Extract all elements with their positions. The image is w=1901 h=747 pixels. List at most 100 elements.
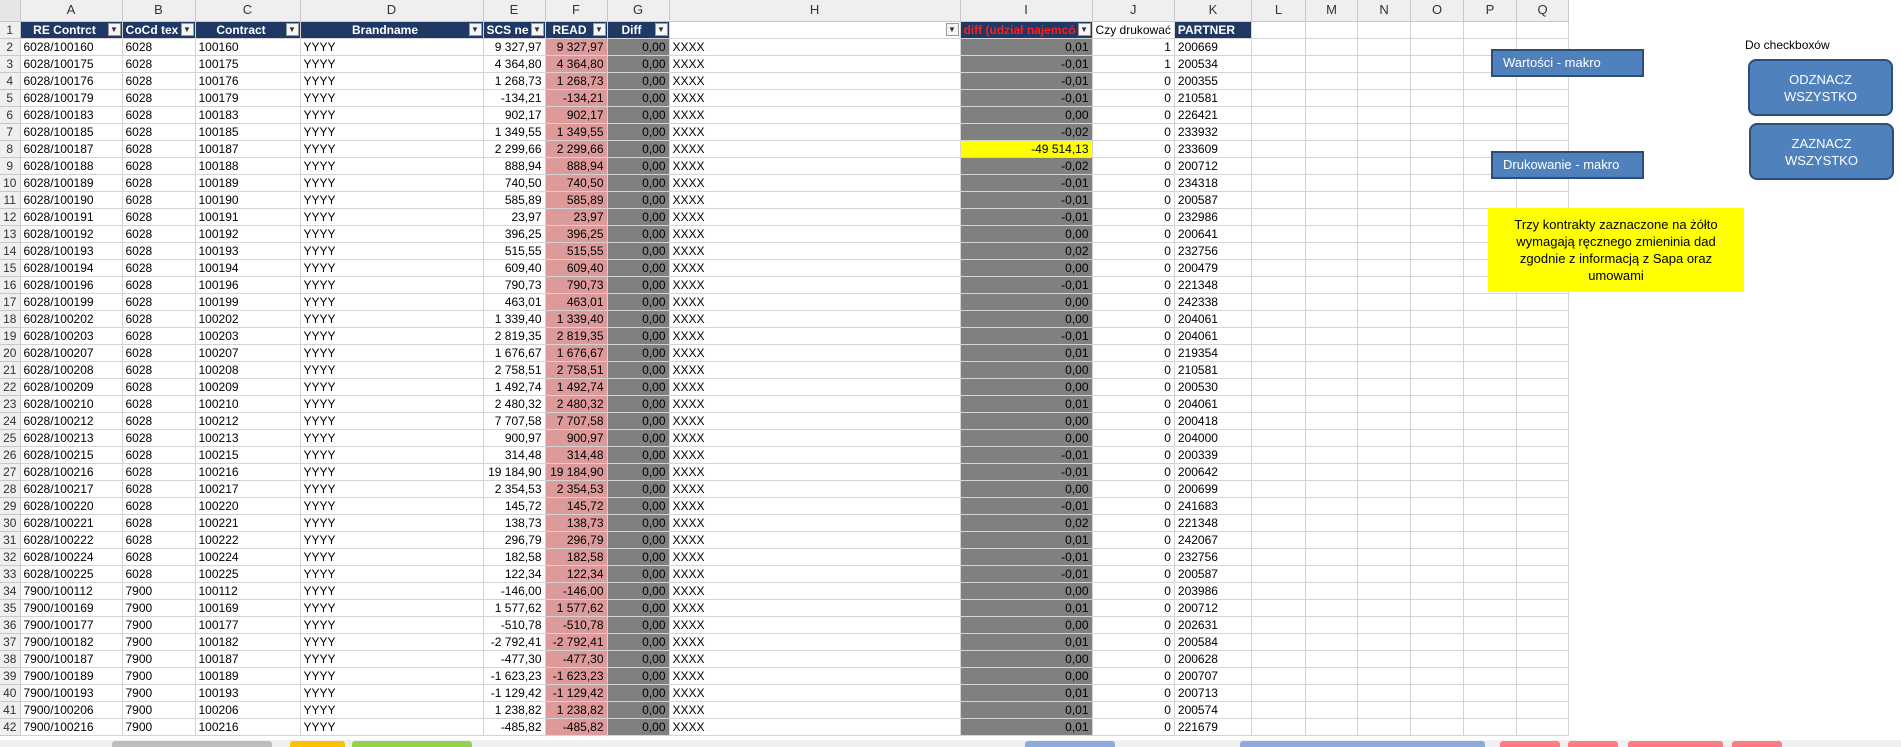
description-cell[interactable]: XXXX	[669, 531, 961, 549]
read-cell[interactable]: 122,34	[545, 565, 608, 583]
row-number[interactable]: 3	[0, 55, 21, 73]
sheet-tab[interactable]	[1628, 741, 1723, 747]
description-cell[interactable]: XXXX	[669, 310, 961, 328]
diff-cell[interactable]: 0,00	[607, 412, 670, 430]
cell[interactable]	[1516, 599, 1570, 617]
re-contract-cell[interactable]: 6028/100202	[20, 310, 123, 328]
cell[interactable]	[1463, 191, 1518, 209]
cell[interactable]	[1410, 157, 1465, 175]
contract-cell[interactable]: 100212	[195, 412, 301, 430]
scs-net-cell[interactable]: -2 792,41	[483, 633, 546, 651]
column-header[interactable]: H	[669, 0, 961, 22]
row-number[interactable]: 40	[0, 684, 21, 702]
cocd-cell[interactable]: 7900	[122, 633, 196, 651]
read-cell[interactable]: 1 349,55	[545, 123, 608, 141]
brandname-cell[interactable]: YYYY	[300, 480, 484, 498]
partner-cell[interactable]: 200669	[1174, 38, 1253, 56]
cocd-cell[interactable]: 6028	[122, 514, 196, 532]
cell[interactable]	[1305, 191, 1359, 209]
partner-cell[interactable]: 242067	[1174, 531, 1253, 549]
cell[interactable]	[1357, 55, 1412, 73]
brandname-cell[interactable]: YYYY	[300, 242, 484, 260]
diff-cell[interactable]: 0,00	[607, 701, 670, 719]
cell[interactable]	[1410, 259, 1465, 277]
cell[interactable]	[1305, 157, 1359, 175]
cell[interactable]	[1305, 480, 1359, 498]
scs-net-cell[interactable]: 1 339,40	[483, 310, 546, 328]
read-cell[interactable]: 1 339,40	[545, 310, 608, 328]
re-contract-cell[interactable]: 6028/100222	[20, 531, 123, 549]
read-cell[interactable]: 145,72	[545, 497, 608, 515]
diff-tenant-share-cell[interactable]: -0,01	[960, 565, 1093, 583]
diff-tenant-share-cell[interactable]: -0,02	[960, 123, 1093, 141]
print-flag-cell[interactable]: 0	[1092, 293, 1175, 311]
row-number[interactable]: 18	[0, 310, 21, 328]
cell[interactable]	[1305, 718, 1359, 736]
diff-cell[interactable]: 0,00	[607, 616, 670, 634]
cell[interactable]	[1410, 378, 1465, 396]
print-flag-cell[interactable]: 0	[1092, 565, 1175, 583]
row-number[interactable]: 27	[0, 463, 21, 481]
print-flag-cell[interactable]: 0	[1092, 667, 1175, 685]
print-flag-cell[interactable]: 0	[1092, 242, 1175, 260]
description-cell[interactable]: XXXX	[669, 327, 961, 345]
column-header[interactable]: F	[545, 0, 608, 22]
print-flag-cell[interactable]: 0	[1092, 157, 1175, 175]
cell[interactable]	[1410, 667, 1465, 685]
scs-net-cell[interactable]: 900,97	[483, 429, 546, 447]
cell[interactable]	[1251, 616, 1307, 634]
partner-cell[interactable]: 200699	[1174, 480, 1253, 498]
cell[interactable]	[1305, 429, 1359, 447]
header-brandname[interactable]: Brandname ▼	[300, 21, 484, 39]
partner-cell[interactable]: 226421	[1174, 106, 1253, 124]
cell[interactable]	[1357, 616, 1412, 634]
cell[interactable]	[1305, 38, 1359, 56]
column-header[interactable]: B	[122, 0, 196, 22]
diff-tenant-share-cell[interactable]: -0,01	[960, 497, 1093, 515]
cell[interactable]	[1251, 21, 1307, 39]
cell[interactable]	[1410, 38, 1465, 56]
contract-cell[interactable]: 100199	[195, 293, 301, 311]
cell[interactable]	[1410, 72, 1465, 90]
row-number[interactable]: 28	[0, 480, 21, 498]
print-flag-cell[interactable]: 0	[1092, 599, 1175, 617]
cell[interactable]	[1516, 89, 1570, 107]
print-flag-cell[interactable]: 0	[1092, 701, 1175, 719]
print-flag-cell[interactable]: 0	[1092, 191, 1175, 209]
re-contract-cell[interactable]: 6028/100209	[20, 378, 123, 396]
diff-tenant-share-cell[interactable]: -0,01	[960, 463, 1093, 481]
scs-net-cell[interactable]: 2 819,35	[483, 327, 546, 345]
cell[interactable]	[1251, 208, 1307, 226]
read-cell[interactable]: 1 492,74	[545, 378, 608, 396]
macro-values-button[interactable]: Wartości - makro	[1491, 49, 1644, 77]
cell[interactable]	[1251, 191, 1307, 209]
diff-tenant-share-cell[interactable]: -0,01	[960, 276, 1093, 294]
partner-cell[interactable]: 200707	[1174, 667, 1253, 685]
diff-cell[interactable]: 0,00	[607, 123, 670, 141]
scs-net-cell[interactable]: -134,21	[483, 89, 546, 107]
diff-cell[interactable]: 0,00	[607, 140, 670, 158]
diff-cell[interactable]: 0,00	[607, 463, 670, 481]
cell[interactable]	[1305, 123, 1359, 141]
cell[interactable]	[1305, 633, 1359, 651]
cell[interactable]	[1357, 463, 1412, 481]
diff-cell[interactable]: 0,00	[607, 276, 670, 294]
scs-net-cell[interactable]: 138,73	[483, 514, 546, 532]
brandname-cell[interactable]: YYYY	[300, 293, 484, 311]
cell[interactable]	[1357, 72, 1412, 90]
cell[interactable]	[1463, 123, 1518, 141]
contract-cell[interactable]: 100112	[195, 582, 301, 600]
row-number[interactable]: 4	[0, 72, 21, 90]
brandname-cell[interactable]: YYYY	[300, 599, 484, 617]
cell[interactable]	[1251, 174, 1307, 192]
cell[interactable]	[1357, 701, 1412, 719]
brandname-cell[interactable]: YYYY	[300, 344, 484, 362]
cocd-cell[interactable]: 7900	[122, 616, 196, 634]
re-contract-cell[interactable]: 6028/100179	[20, 89, 123, 107]
description-cell[interactable]: XXXX	[669, 361, 961, 379]
brandname-cell[interactable]: YYYY	[300, 650, 484, 668]
brandname-cell[interactable]: YYYY	[300, 106, 484, 124]
read-cell[interactable]: 396,25	[545, 225, 608, 243]
cell[interactable]	[1251, 429, 1307, 447]
contract-cell[interactable]: 100160	[195, 38, 301, 56]
